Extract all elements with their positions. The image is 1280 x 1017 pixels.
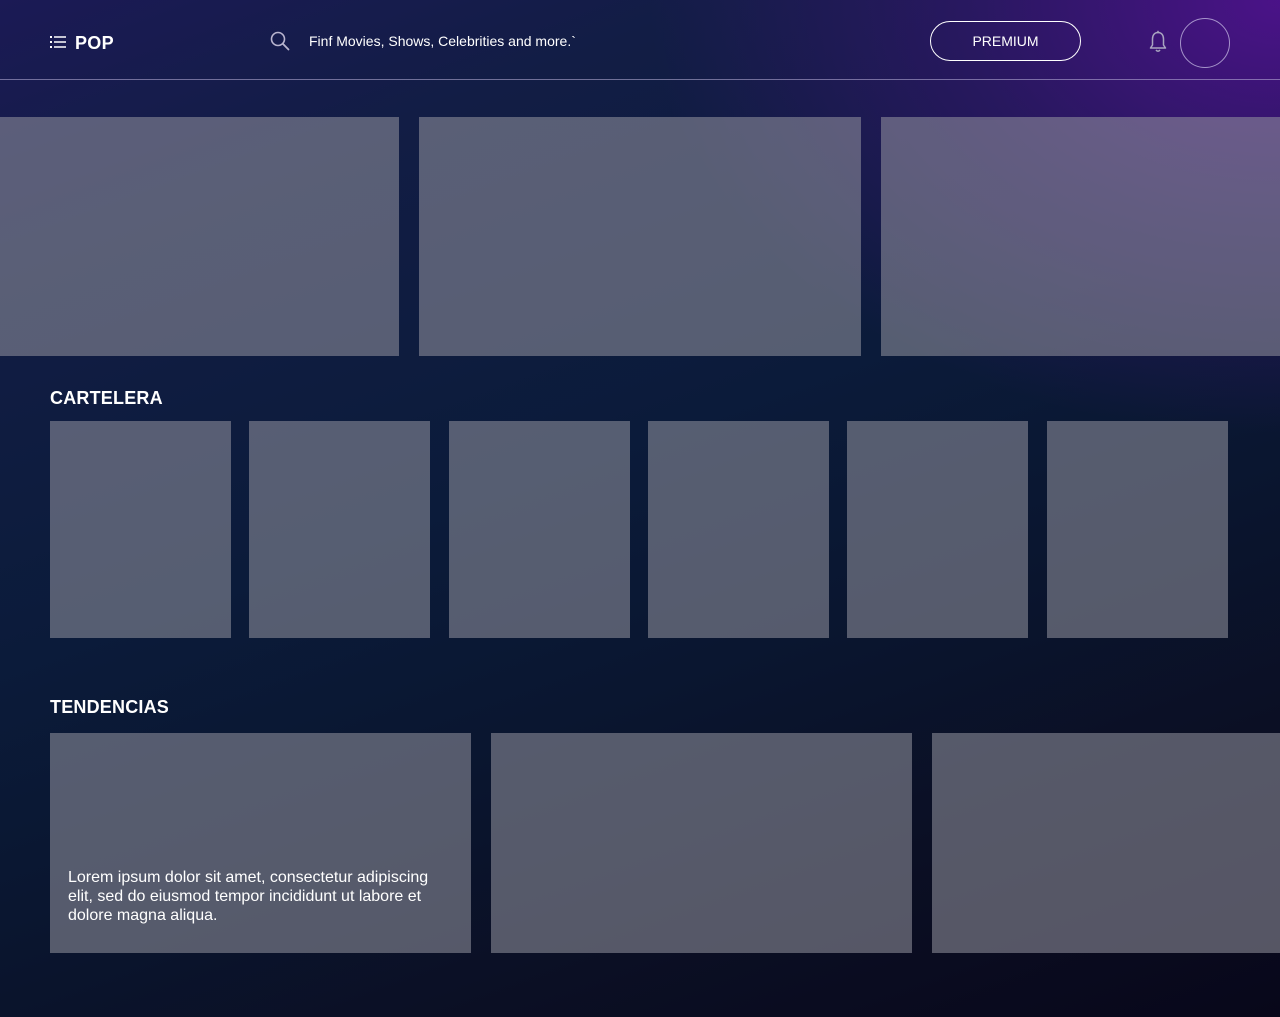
section-title-tendencias: TENDENCIAS <box>50 697 170 717</box>
trending-card[interactable] <box>491 733 912 953</box>
trending-card[interactable] <box>932 733 1280 953</box>
premium-button[interactable]: PREMIUM <box>930 21 1081 61</box>
avatar[interactable] <box>1180 18 1230 68</box>
list-menu-icon[interactable] <box>50 35 66 49</box>
cartelera-poster[interactable] <box>847 421 1028 638</box>
brand-logo[interactable]: POP <box>75 33 114 54</box>
cartelera-poster[interactable] <box>648 421 829 638</box>
section-title-cartelera: CARTELERA <box>50 388 163 408</box>
search-input[interactable] <box>300 28 720 54</box>
cartelera-poster[interactable] <box>249 421 430 638</box>
cartelera-poster[interactable] <box>1047 421 1228 638</box>
cartelera-poster[interactable] <box>449 421 630 638</box>
trending-card-description: Lorem ipsum dolor sit amet, consectetur … <box>68 869 429 924</box>
hero-card[interactable] <box>0 117 399 356</box>
search-icon[interactable] <box>270 31 290 51</box>
trending-card[interactable]: Lorem ipsum dolor sit amet, consectetur … <box>50 733 471 953</box>
hero-card[interactable] <box>419 117 861 356</box>
bell-icon[interactable] <box>1148 30 1168 54</box>
top-bar: POP PREMIUM <box>0 0 1280 80</box>
hero-card[interactable] <box>881 117 1280 356</box>
cartelera-poster[interactable] <box>50 421 231 638</box>
